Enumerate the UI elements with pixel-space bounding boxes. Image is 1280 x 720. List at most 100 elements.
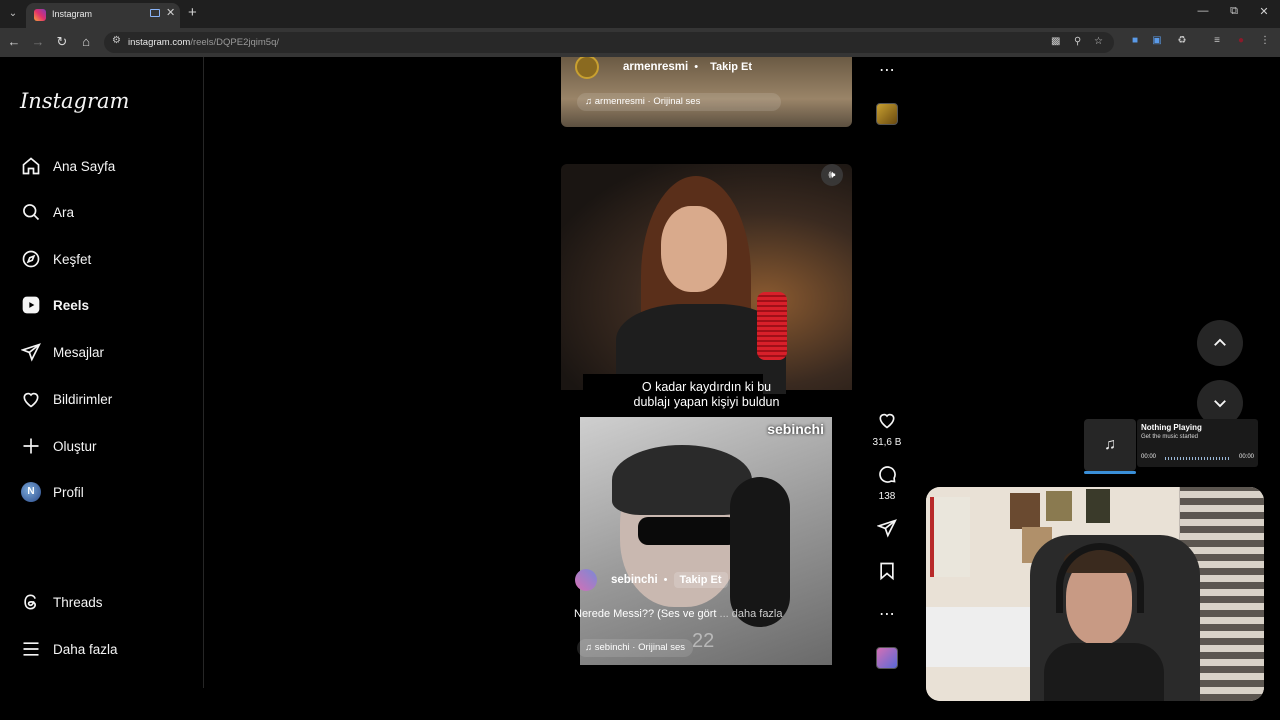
nav-label: Oluştur (53, 438, 97, 454)
like-count: 31,6 B (872, 437, 902, 448)
reload-icon[interactable]: ↻ (54, 34, 70, 50)
address-bar[interactable]: ⚙ instagram.com/reels/DQPE2jqim5q/ ▩ ⚲ ☆ (104, 32, 1114, 53)
previous-reel-audio-label: armenresmi · Orijinal ses (594, 96, 701, 107)
instagram-logo[interactable]: Instagram (20, 89, 129, 113)
reel-author-row: sebinchi • Takip Et (575, 569, 728, 591)
page-scrollbar[interactable] (1270, 57, 1280, 688)
reel-author[interactable]: sebinchi (611, 574, 658, 586)
nav-label: Ana Sayfa (53, 158, 116, 174)
nav-explore[interactable]: Keşfet (20, 246, 190, 272)
nav-more[interactable]: Daha fazla (20, 636, 190, 662)
minimize-icon[interactable]: — (1195, 5, 1211, 17)
sound-toggle-icon[interactable]: 🕪 (821, 164, 843, 186)
search-icon (20, 201, 42, 223)
nav-label: Reels (53, 297, 90, 313)
instagram-sidebar: Instagram Ana Sayfa Ara Keşfet Reels Mes… (0, 57, 204, 688)
music-time-end: 00:00 (1238, 454, 1254, 460)
profile-icon[interactable]: ● (1234, 35, 1248, 46)
nav-label: Mesajlar (53, 344, 105, 360)
nav-create[interactable]: Oluştur (20, 433, 190, 459)
comment-count: 138 (878, 491, 896, 502)
restore-icon[interactable]: ⧉ (1226, 5, 1242, 18)
cast-icon[interactable]: ▩ (1051, 36, 1060, 47)
video-subject-sunglasses (638, 517, 738, 545)
browser-menu-icon[interactable]: ⋮ (1258, 35, 1272, 46)
forward-icon[interactable]: → (30, 34, 46, 49)
media-control-icon[interactable]: ≡ (1210, 35, 1224, 46)
reel-audio-label: sebinchi · Orijinal ses (594, 642, 686, 653)
music-seek-track[interactable] (1165, 457, 1229, 460)
zoom-icon[interactable]: ⚲ (1074, 36, 1081, 47)
previous-reel-author[interactable]: armenresmi (623, 61, 688, 73)
video-microphone (757, 292, 787, 360)
previous-reel-button[interactable] (1197, 320, 1243, 366)
music-note-icon: ♫ (1104, 436, 1116, 453)
bookmark-icon (880, 562, 894, 581)
comment-button[interactable]: 138 (872, 464, 902, 502)
save-button[interactable] (872, 561, 902, 586)
profile-avatar-initial: N (21, 482, 41, 502)
music-subtitle: Get the music started (1141, 434, 1199, 440)
reel-video-lower-frame: sebinchi (580, 417, 832, 665)
follow-button[interactable]: Takip Et (673, 572, 728, 588)
tab-close-icon[interactable]: ✕ (166, 6, 175, 19)
site-info-icon[interactable]: ⚙ (112, 35, 121, 46)
more-link[interactable]: ... daha fazla (716, 608, 783, 620)
tab-title: Instagram (52, 9, 93, 19)
avatar[interactable] (575, 57, 599, 79)
previous-reel-follow-button[interactable]: Takip Et (704, 59, 758, 75)
instagram-favicon-icon (34, 9, 46, 21)
bookmark-star-icon[interactable]: ☆ (1094, 36, 1103, 47)
url-text[interactable]: instagram.com/reels/DQPE2jqim5q/ (128, 37, 279, 48)
video-subject-headset (730, 477, 790, 627)
music-art[interactable]: ♫ (1084, 419, 1136, 471)
webcam-poster (1010, 493, 1040, 529)
nav-profile[interactable]: N Profil (20, 479, 190, 505)
browser-toolbar: ← → ↻ ⌂ ⚙ instagram.com/reels/DQPE2jqim5… (0, 28, 1280, 57)
previous-reel-audio-thumbnail[interactable] (876, 103, 898, 125)
reel-caption-line2: dublajı yapan kişiyi buldun (633, 395, 780, 409)
translate-icon[interactable]: ▣ (1150, 35, 1164, 46)
reel-video-upper-frame (561, 164, 852, 394)
tab-search-chevron-icon[interactable]: ⌄ (4, 5, 22, 23)
webcam-overlay (926, 487, 1264, 701)
back-icon[interactable]: ← (6, 34, 22, 49)
previous-reel-more-icon[interactable]: ⋯ (872, 60, 902, 80)
url-path: /reels/DQPE2jqim5q/ (190, 37, 280, 48)
home-browser-icon[interactable]: ⌂ (78, 34, 94, 49)
reel-audio-thumbnail[interactable] (876, 647, 898, 669)
new-tab-icon[interactable]: + (188, 4, 197, 21)
separator-dot: • (694, 61, 699, 73)
music-title: Nothing Playing (1141, 423, 1202, 432)
previous-reel-audio[interactable]: ♫ armenresmi · Orijinal ses (577, 93, 781, 111)
more-options-icon[interactable]: ⋯ (872, 604, 902, 624)
nav-messages[interactable]: Mesajlar (20, 339, 190, 365)
previous-reel-author-row: armenresmi • Takip Et (575, 57, 758, 79)
music-widget[interactable]: ♫ Nothing Playing Get the music started … (1084, 419, 1258, 474)
nav-threads[interactable]: Threads (20, 589, 190, 615)
extension-icon[interactable]: ■ (1128, 35, 1142, 46)
nav-search[interactable]: Ara (20, 199, 190, 225)
previous-reel-video[interactable]: armenresmi • Takip Et ♫ armenresmi · Ori… (561, 57, 852, 127)
avatar[interactable] (575, 569, 597, 591)
reel-video[interactable]: 🕪 O kadar kaydırdın ki bu dublajı yapan … (561, 164, 852, 671)
nav-home[interactable]: Ana Sayfa (20, 153, 190, 179)
reel-description[interactable]: Nerede Messi?? (Ses ve gört ... daha faz… (574, 608, 783, 620)
window-close-icon[interactable]: ✕ (1256, 5, 1272, 18)
extensions-puzzle-icon[interactable]: ♻ (1175, 35, 1189, 46)
share-button[interactable] (872, 518, 902, 543)
reel-caption-line1: O kadar kaydırdın ki bu (641, 380, 772, 394)
chevron-down-icon (1214, 400, 1226, 408)
reel-audio[interactable]: ♫ sebinchi · Orijinal ses (577, 639, 694, 657)
nav-label: Threads (53, 594, 103, 610)
chevron-up-icon (1214, 338, 1226, 346)
webcam-flag (930, 497, 970, 577)
tab-media-icon[interactable] (150, 9, 160, 17)
nav-notifications[interactable]: Bildirimler (20, 386, 190, 412)
home-icon (20, 155, 42, 177)
browser-tab[interactable]: Instagram ✕ (26, 3, 180, 28)
heart-icon (879, 413, 895, 429)
video-subject-face (661, 206, 727, 292)
nav-reels[interactable]: Reels (20, 292, 190, 318)
like-button[interactable]: 31,6 B (872, 410, 902, 448)
